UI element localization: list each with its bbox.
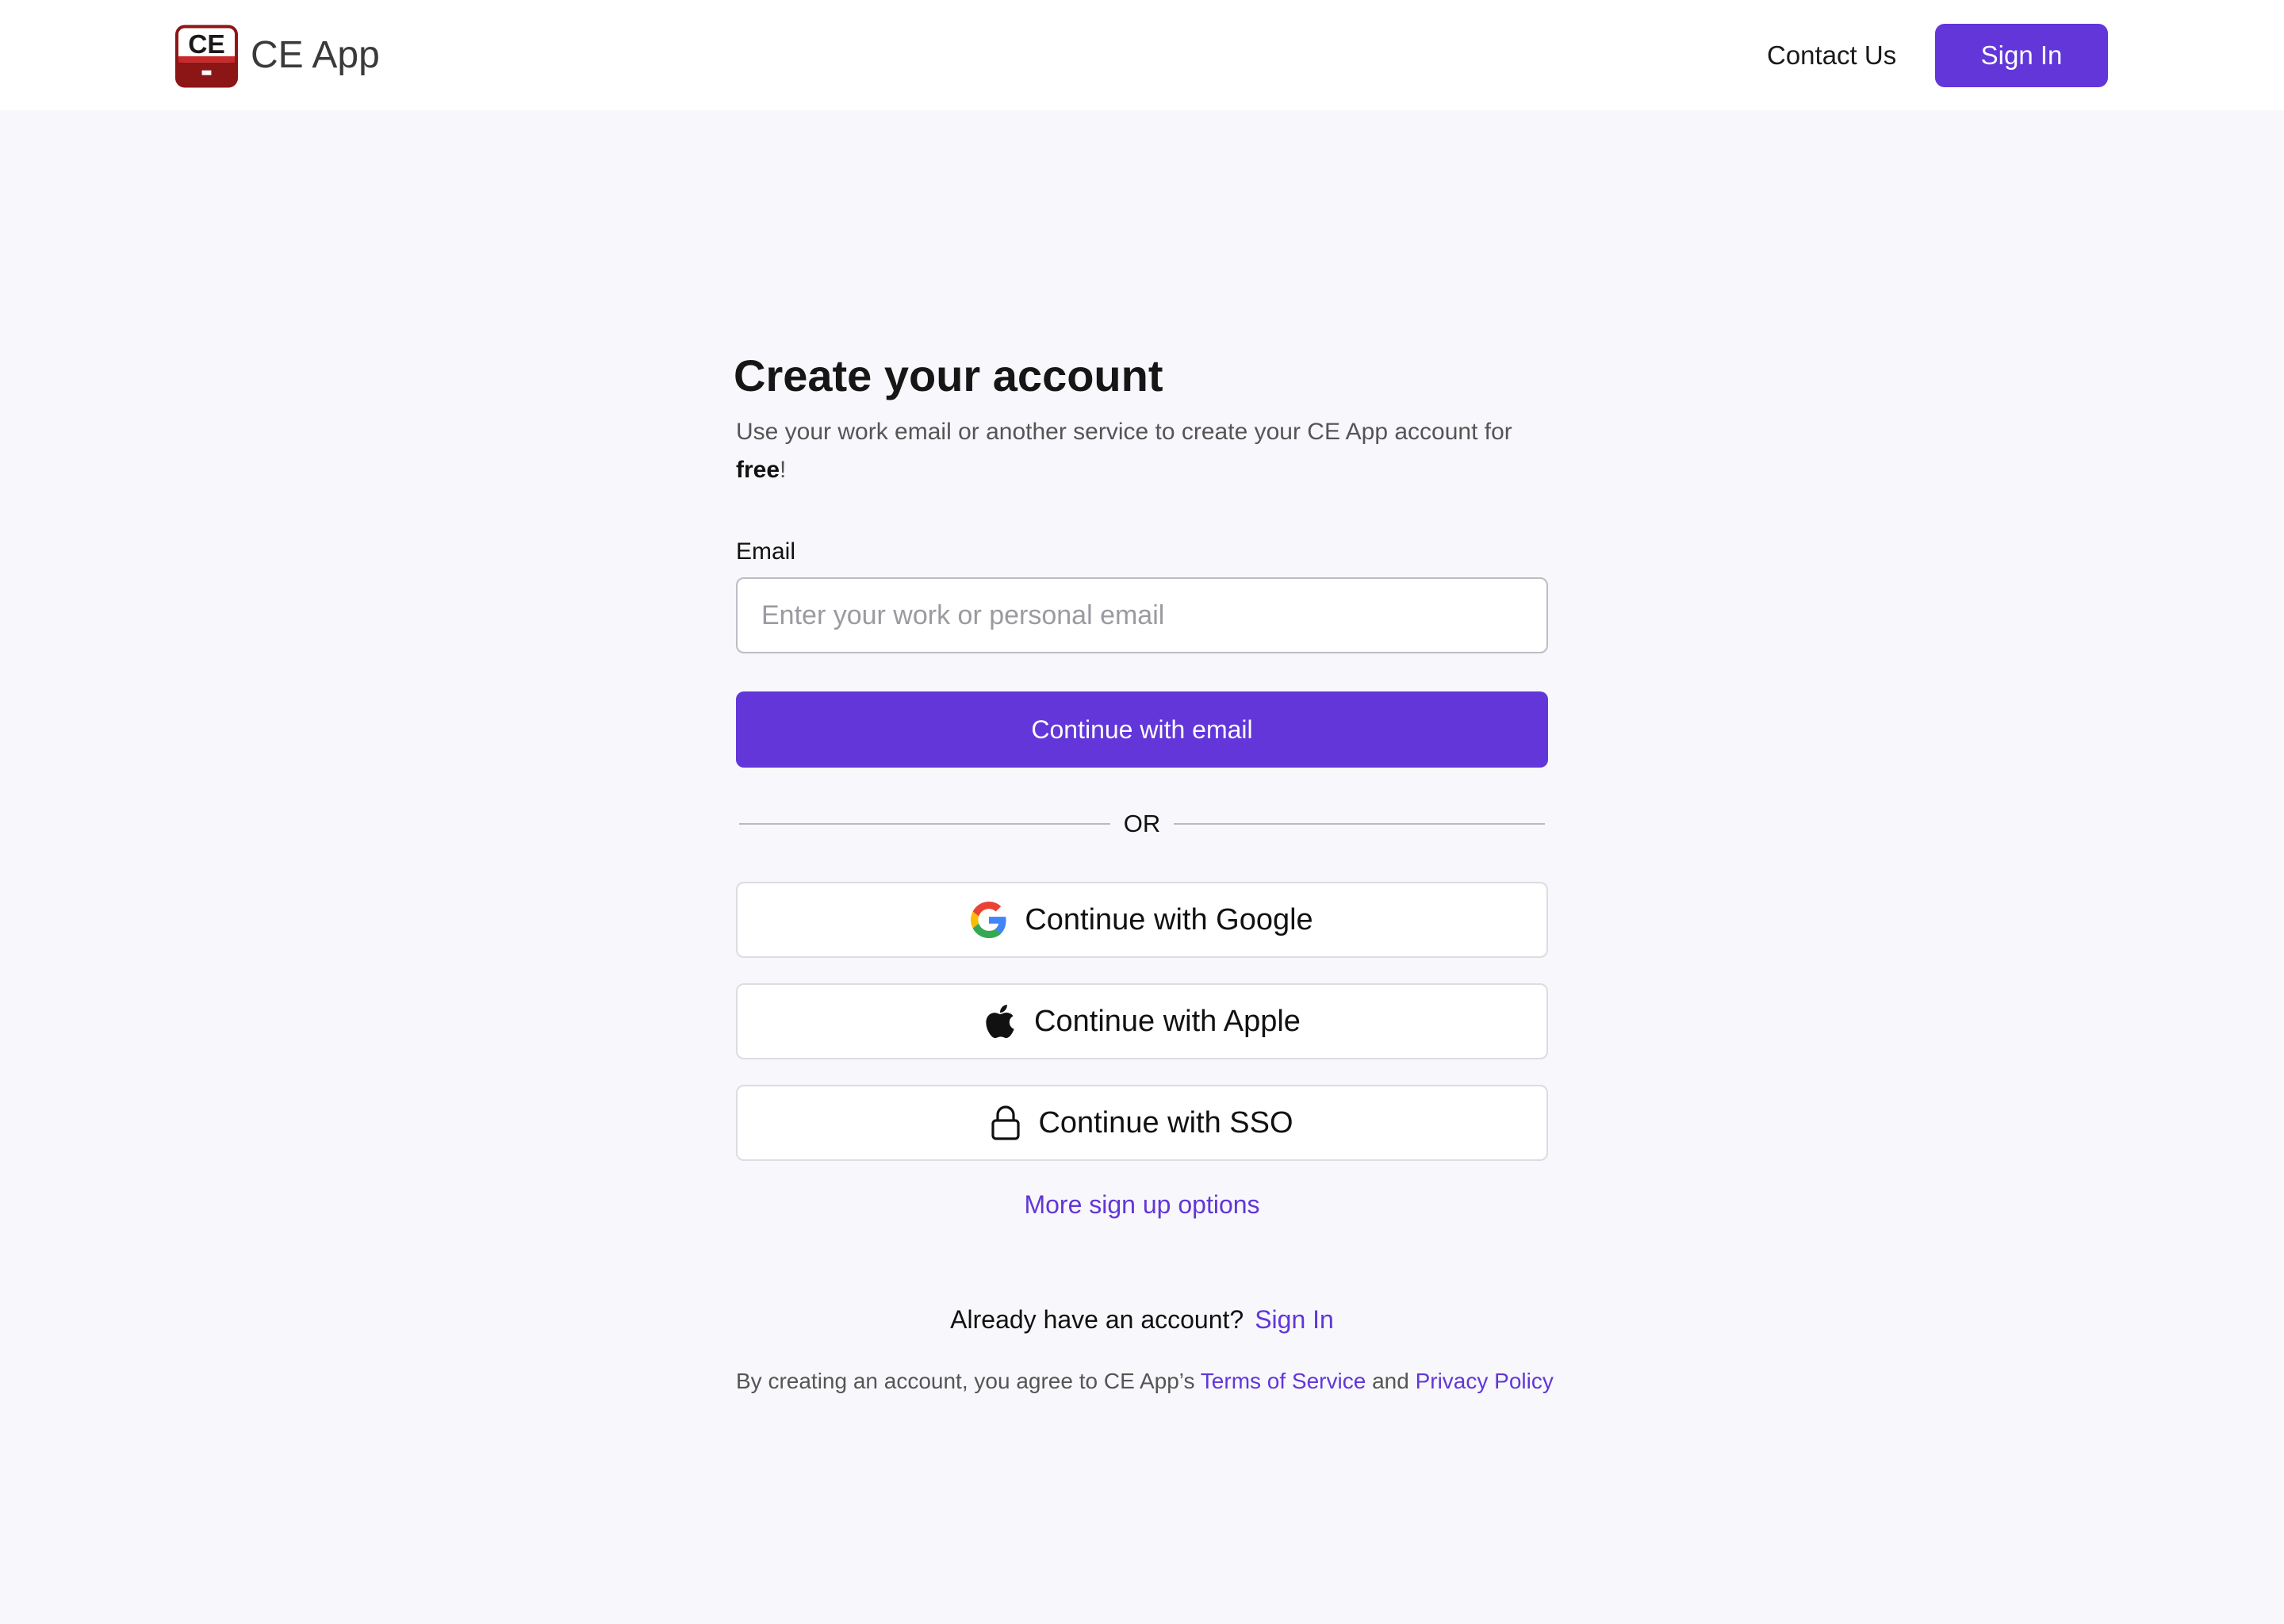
sso-button-label: Continue with SSO (1038, 1105, 1293, 1139)
header-sign-in-button[interactable]: Sign In (1935, 24, 2108, 87)
continue-with-google-button[interactable]: Continue with Google (736, 882, 1548, 958)
more-sign-up-options-link[interactable]: More sign up options (736, 1187, 1548, 1222)
page-title: Create your account (734, 350, 1163, 400)
or-divider: OR (739, 806, 1545, 842)
email-input[interactable] (736, 577, 1548, 653)
already-text: Already have an account? (950, 1305, 1244, 1334)
google-button-label: Continue with Google (1025, 902, 1313, 936)
legal-notice: By creating an account, you agree to CE … (736, 1365, 1561, 1397)
continue-with-apple-button[interactable]: Continue with Apple (736, 983, 1548, 1059)
privacy-policy-link[interactable]: Privacy Policy (1416, 1369, 1554, 1393)
continue-with-email-button[interactable]: Continue with email (736, 691, 1548, 768)
divider-line-right (1174, 823, 1545, 825)
app-logo[interactable]: CE (175, 25, 238, 88)
legal-prefix: By creating an account, you agree to CE … (736, 1369, 1201, 1393)
top-header: CE CE App Contact Us Sign In (0, 0, 2284, 110)
already-have-account: Already have an account? Sign In (736, 1302, 1548, 1337)
subtitle-free-emphasis: free (736, 457, 780, 483)
footer-sign-in-link[interactable]: Sign In (1255, 1305, 1334, 1334)
subtitle-exclamation: ! (780, 457, 787, 483)
continue-with-sso-button[interactable]: Continue with SSO (736, 1085, 1548, 1161)
contact-us-link[interactable]: Contact Us (1767, 38, 1896, 73)
apple-button-label: Continue with Apple (1034, 1004, 1301, 1038)
subtitle-text: Use your work email or another service t… (736, 419, 1512, 445)
google-icon (971, 902, 1007, 938)
apple-icon (983, 1002, 1017, 1040)
legal-and: and (1366, 1369, 1416, 1393)
page-subtitle: Use your work email or another service t… (736, 413, 1561, 489)
logo-text: CE (188, 30, 225, 59)
app-name: CE App (251, 34, 380, 76)
email-label: Email (736, 538, 796, 565)
terms-of-service-link[interactable]: Terms of Service (1201, 1369, 1366, 1393)
lock-icon (991, 1105, 1021, 1141)
